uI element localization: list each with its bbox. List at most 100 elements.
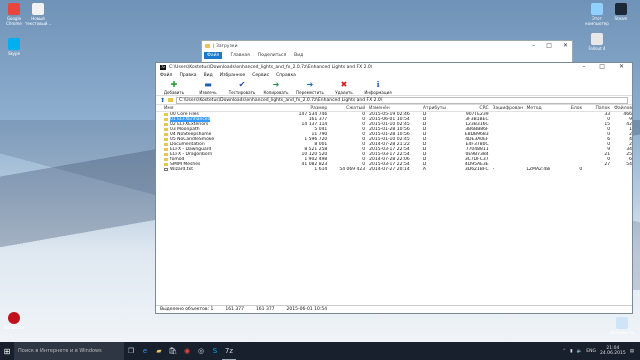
column-header[interactable]: Папок <box>582 105 611 111</box>
store-icon[interactable]: 🛍 <box>166 342 180 360</box>
file-list: Имя Размер Сжатый Изменён Атрибуты CRC Зашифро… <box>156 105 632 172</box>
table-row[interactable]: Wizard.txt 1 614 54 069 423 2014-07-27 20:1… <box>156 167 632 172</box>
column-header[interactable]: Имя <box>156 105 273 111</box>
network-icon[interactable]: ▮ <box>570 349 572 354</box>
right-desktop-icon[interactable]: Fallout 4 <box>584 33 610 51</box>
toolbar-button[interactable]: ➜ Копировать <box>262 81 290 96</box>
column-header[interactable]: Размер <box>273 105 327 111</box>
start-button[interactable]: ⊞ <box>0 342 14 360</box>
right-app-icon <box>591 3 603 15</box>
task-view-icon[interactable]: ❐ <box>124 342 138 360</box>
left-app-icon <box>32 3 44 15</box>
maximize-icon[interactable]: □ <box>546 42 552 49</box>
column-header[interactable]: Зашифрован <box>489 105 525 111</box>
path-input[interactable]: C:\Users\Kostetus\Downloads\enhanced_lig… <box>176 96 628 104</box>
desktop-icon-label: Google Chrome <box>6 16 22 26</box>
desktop-icon-label: Skype <box>7 51 21 56</box>
skype-icon[interactable]: S <box>208 342 222 360</box>
menu-item[interactable]: Правка <box>179 73 196 78</box>
right-app-icon <box>615 3 627 15</box>
ribbon-tab[interactable]: Файл <box>204 52 223 59</box>
toolbar-button[interactable]: ✚ Добавить <box>160 80 188 96</box>
desktop-icon-label: Новый текстовый... <box>25 16 52 26</box>
info-icon: ℹ <box>376 80 380 89</box>
file-explorer-icon[interactable]: ▰ <box>152 342 166 360</box>
explorer-window[interactable]: | Загрузки – □ ✕ Файл Главная Поделиться Ви… <box>201 40 573 64</box>
folder-icon <box>164 158 168 161</box>
delete-icon: ✖ <box>340 80 348 89</box>
maximize-icon[interactable]: □ <box>599 63 605 70</box>
7zip-taskbar-icon[interactable]: 7z <box>222 342 236 360</box>
menu-item[interactable]: Справка <box>276 73 296 78</box>
minimize-icon[interactable]: – <box>582 63 585 70</box>
edge-icon[interactable]: e <box>138 342 152 360</box>
menu-bar: Файл Правка Вид Избранное Сервис Справка <box>156 72 632 79</box>
up-folder-icon[interactable]: ⬆ <box>160 97 165 104</box>
clock-date: 24.06.2015 <box>599 351 626 356</box>
chrome-icon[interactable]: ◉ <box>180 342 194 360</box>
move-icon: ➜ <box>306 80 314 89</box>
toolbar-button[interactable]: ▬ Извлечь <box>194 81 222 96</box>
zip-window-buttons: – □ ✕ <box>582 63 624 70</box>
ribbon-tab[interactable]: Вид <box>294 53 303 58</box>
right-app-icon <box>591 33 603 45</box>
status-field: 161 377 <box>255 307 275 312</box>
tray-chevron-icon[interactable]: ⌃ <box>562 349 566 354</box>
toolbar-button[interactable]: ➜ Переместить <box>296 80 324 96</box>
toolbar-button[interactable]: ✖ Удалить <box>330 80 358 96</box>
folder-icon <box>164 118 168 121</box>
search-box[interactable]: Поиск в Интернете и в Windows <box>14 342 124 360</box>
toolbar: ✚ Добавить ▬ Извлечь ✔ Тестировать ➜ Копировать… <box>156 79 632 96</box>
left-desktop-icon[interactable]: Google Chrome <box>1 3 27 26</box>
add-icon: ✚ <box>170 80 178 89</box>
clock[interactable]: 21:04 24.06.2015 <box>600 346 626 356</box>
cell-fo <box>582 167 610 172</box>
volume-icon[interactable]: 🔈 <box>577 349 583 354</box>
close-icon[interactable]: ✕ <box>563 42 568 49</box>
close-icon[interactable]: ✕ <box>619 63 624 70</box>
minimize-icon[interactable]: – <box>532 42 535 49</box>
toolbar-label: Извлечь <box>199 90 217 95</box>
explorer-window-buttons: – □ ✕ <box>532 42 568 49</box>
address-bar: ⬆ C:\Users\Kostetus\Downloads\enhanced_l… <box>156 96 632 105</box>
folder-icon <box>168 98 174 102</box>
folder-icon <box>164 163 168 166</box>
column-header[interactable]: Файлов <box>610 105 632 111</box>
documents-desktop-icon[interactable]: Документы <box>609 317 635 335</box>
right-desktop-icon[interactable]: Этот компьютер <box>584 3 610 26</box>
column-header[interactable]: Изменён <box>365 105 423 111</box>
left-app-icon <box>8 3 20 15</box>
menu-item[interactable]: Сервис <box>252 73 269 78</box>
toolbar-button[interactable]: ℹ Информация <box>364 80 392 96</box>
column-header[interactable]: Атрибуты <box>423 105 456 111</box>
column-header[interactable]: CRC <box>456 105 488 111</box>
steam-icon[interactable]: ◎ <box>194 342 208 360</box>
window-title: C:\Users\Kostetus\Downloads\enhanced_lig… <box>169 65 373 70</box>
cell-b: 0 <box>579 167 583 172</box>
toolbar-label: Переместить <box>296 90 324 95</box>
menu-item[interactable]: Вид <box>204 73 213 78</box>
ribbon-tab[interactable]: Главная <box>230 53 249 58</box>
column-header[interactable]: Метод <box>524 105 550 111</box>
ribbon-tab[interactable]: Поделиться <box>258 53 286 58</box>
left-desktop-icon[interactable]: Новый текстовый... <box>25 3 51 26</box>
right-desktop-icon[interactable]: Steam <box>608 3 634 21</box>
column-headers: Имя Размер Сжатый Изменён Атрибуты CRC Зашифро… <box>156 105 632 112</box>
documents-label: Документы <box>610 330 634 335</box>
left-desktop-icon[interactable]: Skype <box>1 38 27 56</box>
language-indicator[interactable]: ENG <box>586 349 596 354</box>
7zip-window[interactable]: 7z C:\Users\Kostetus\Downloads\enhanced_… <box>155 62 633 314</box>
menu-item[interactable]: Файл <box>160 73 172 78</box>
cell-me: LZMA2:48m <box>526 167 550 172</box>
column-header[interactable]: Блок <box>550 105 582 111</box>
name-cell: Wizard.txt <box>156 167 273 172</box>
cell-s: 1 614 <box>314 167 328 172</box>
menu-item[interactable]: Избранное <box>220 73 246 78</box>
notifications-icon[interactable]: ▤ <box>630 349 634 354</box>
toolbar-label: Тестировать <box>228 90 256 95</box>
column-header[interactable]: Сжатый <box>327 105 365 111</box>
cell-fi <box>610 167 632 172</box>
desktop-icon-label: Fallout 4 <box>588 46 606 51</box>
toolbar-button[interactable]: ✔ Тестировать <box>228 81 256 96</box>
bandicam-desktop-icon[interactable]: Bandicam <box>1 312 27 330</box>
